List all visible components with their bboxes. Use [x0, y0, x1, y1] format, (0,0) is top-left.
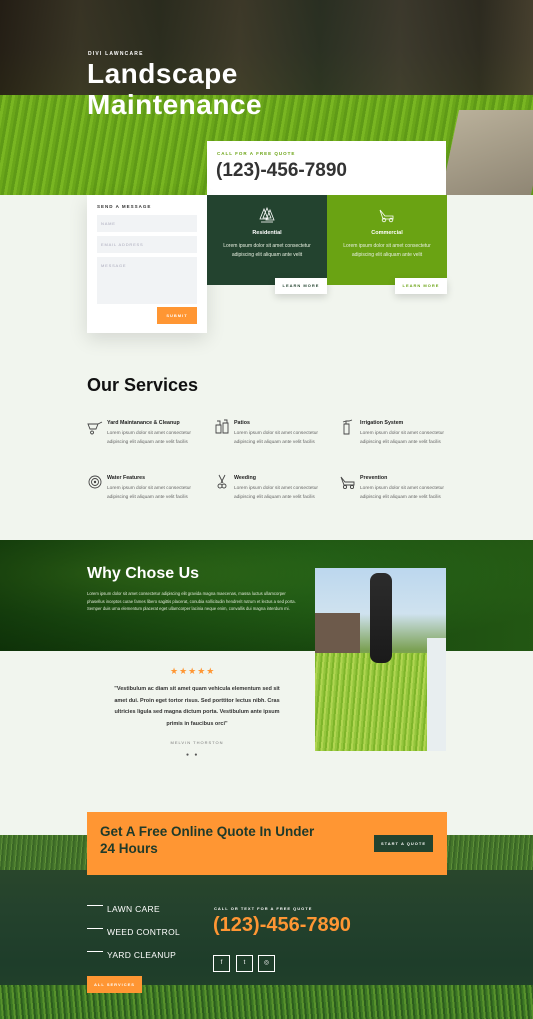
- service-desc: Lorem ipsum dolor sit amet consectetur a…: [360, 431, 444, 445]
- patio-icon: [215, 419, 229, 434]
- service-title: Yard Maintanance & Cleanup: [107, 420, 180, 426]
- service-title: Irrigation System: [360, 420, 404, 426]
- facebook-icon[interactable]: f: [213, 955, 230, 972]
- rating-stars: ★★★★★: [170, 666, 216, 676]
- email-field[interactable]: EMAIL ADDRESS: [97, 236, 197, 253]
- link-dash: [87, 951, 103, 953]
- testimonial-quote: "Vestibulum ac diam sit amet quam vehicu…: [114, 686, 280, 727]
- form-label: SEND A MESSAGE: [97, 204, 152, 209]
- cta-title: Get A Free Online Quote In Under 24 Hour…: [100, 824, 315, 856]
- footer-grass-bottom: [0, 985, 533, 1019]
- service-title: Water Features: [107, 475, 146, 481]
- services-heading: Our Services: [87, 375, 199, 395]
- instagram-icon[interactable]: ◎: [258, 955, 275, 972]
- hero-title: Landscape Maintenance: [87, 58, 262, 120]
- residential-learn-more-button[interactable]: LEARN MORE: [275, 278, 327, 294]
- commercial-card: Commercial Lorem ipsum dolor sit amet co…: [327, 195, 447, 294]
- message-field[interactable]: MESSAGE: [97, 257, 197, 304]
- service-desc: Lorem ipsum dolor sit amet consectetur a…: [234, 431, 318, 445]
- lawn-photo: [315, 568, 446, 751]
- call-quote-box: CALL FOR A FREE QUOTE (123)-456-7890: [207, 141, 446, 195]
- footer-call-label: CALL OR TEXT FOR A FREE QUOTE: [214, 906, 313, 911]
- trees-icon: [259, 207, 275, 223]
- photo-gardener: [370, 573, 392, 663]
- hero-eyebrow: DIVI LAWNCARE: [88, 51, 144, 57]
- shears-icon: [217, 474, 227, 489]
- why-heading: Why Chose Us: [87, 565, 200, 582]
- footer-link-lawn-care[interactable]: LAWN CARE: [87, 904, 160, 914]
- testimonial-author: MELVIN THORSTON: [170, 740, 224, 745]
- service-desc: Lorem ipsum dolor sit amet consectetur a…: [234, 486, 318, 500]
- residential-card: Residential Lorem ipsum dolor sit amet c…: [207, 195, 327, 294]
- service-title: Weeding: [234, 475, 256, 481]
- service-title: Prevention: [360, 475, 388, 481]
- footer-link-label: YARD CLEANUP: [107, 950, 177, 960]
- hero-title-line-2: Maintenance: [87, 89, 263, 120]
- wheelbarrow-icon: [87, 421, 103, 435]
- footer-link-label: LAWN CARE: [107, 904, 160, 914]
- footer-link-yard-cleanup[interactable]: YARD CLEANUP: [87, 950, 176, 960]
- link-dash: [87, 928, 103, 930]
- service-desc: Lorem ipsum dolor sit amet consectetur a…: [360, 486, 444, 500]
- residential-title: Residential: [252, 230, 282, 236]
- commercial-learn-more-button[interactable]: LEARN MORE: [395, 278, 447, 294]
- sprayer-icon: [342, 419, 353, 435]
- why-body: Lorem ipsum dolor sit amet consectetur a…: [87, 591, 296, 612]
- commercial-title: Commercial: [371, 230, 403, 236]
- phone-number[interactable]: (123)-456-7890: [216, 160, 347, 182]
- trees-backdrop: [0, 0, 533, 95]
- service-desc: Lorem ipsum dolor sit amet consectetur a…: [107, 486, 191, 500]
- hero-title-line-1: Landscape: [87, 58, 238, 89]
- name-field[interactable]: NAME: [97, 215, 197, 232]
- footer-link-label: WEED CONTROL: [107, 927, 181, 937]
- cta-banner: Get A Free Online Quote In Under 24 Hour…: [87, 812, 447, 875]
- slider-dots[interactable]: ● ●: [186, 752, 199, 758]
- residential-desc: Lorem ipsum dolor sit amet consectetur a…: [223, 243, 311, 258]
- service-title: Patios: [234, 420, 250, 426]
- submit-button[interactable]: SUBMIT: [157, 307, 197, 324]
- service-desc: Lorem ipsum dolor sit amet consectetur a…: [107, 431, 191, 445]
- photo-sidewalk: [427, 638, 446, 751]
- all-services-button[interactable]: ALL SERVICES: [87, 976, 142, 993]
- commercial-desc: Lorem ipsum dolor sit amet consectetur a…: [343, 243, 431, 258]
- start-quote-button[interactable]: START A QUOTE: [374, 835, 433, 852]
- photo-house: [315, 613, 360, 653]
- hose-icon: [88, 475, 102, 489]
- footer-link-weed-control[interactable]: WEED CONTROL: [87, 927, 180, 937]
- mower-icon: [340, 476, 355, 490]
- twitter-icon[interactable]: t: [236, 955, 253, 972]
- lawnmower-icon: [379, 209, 394, 223]
- call-quote-label: CALL FOR A FREE QUOTE: [217, 151, 296, 156]
- footer-phone[interactable]: (123)-456-7890: [213, 914, 351, 937]
- link-dash: [87, 905, 103, 907]
- contact-form: SEND A MESSAGE NAME EMAIL ADDRESS MESSAG…: [87, 195, 207, 333]
